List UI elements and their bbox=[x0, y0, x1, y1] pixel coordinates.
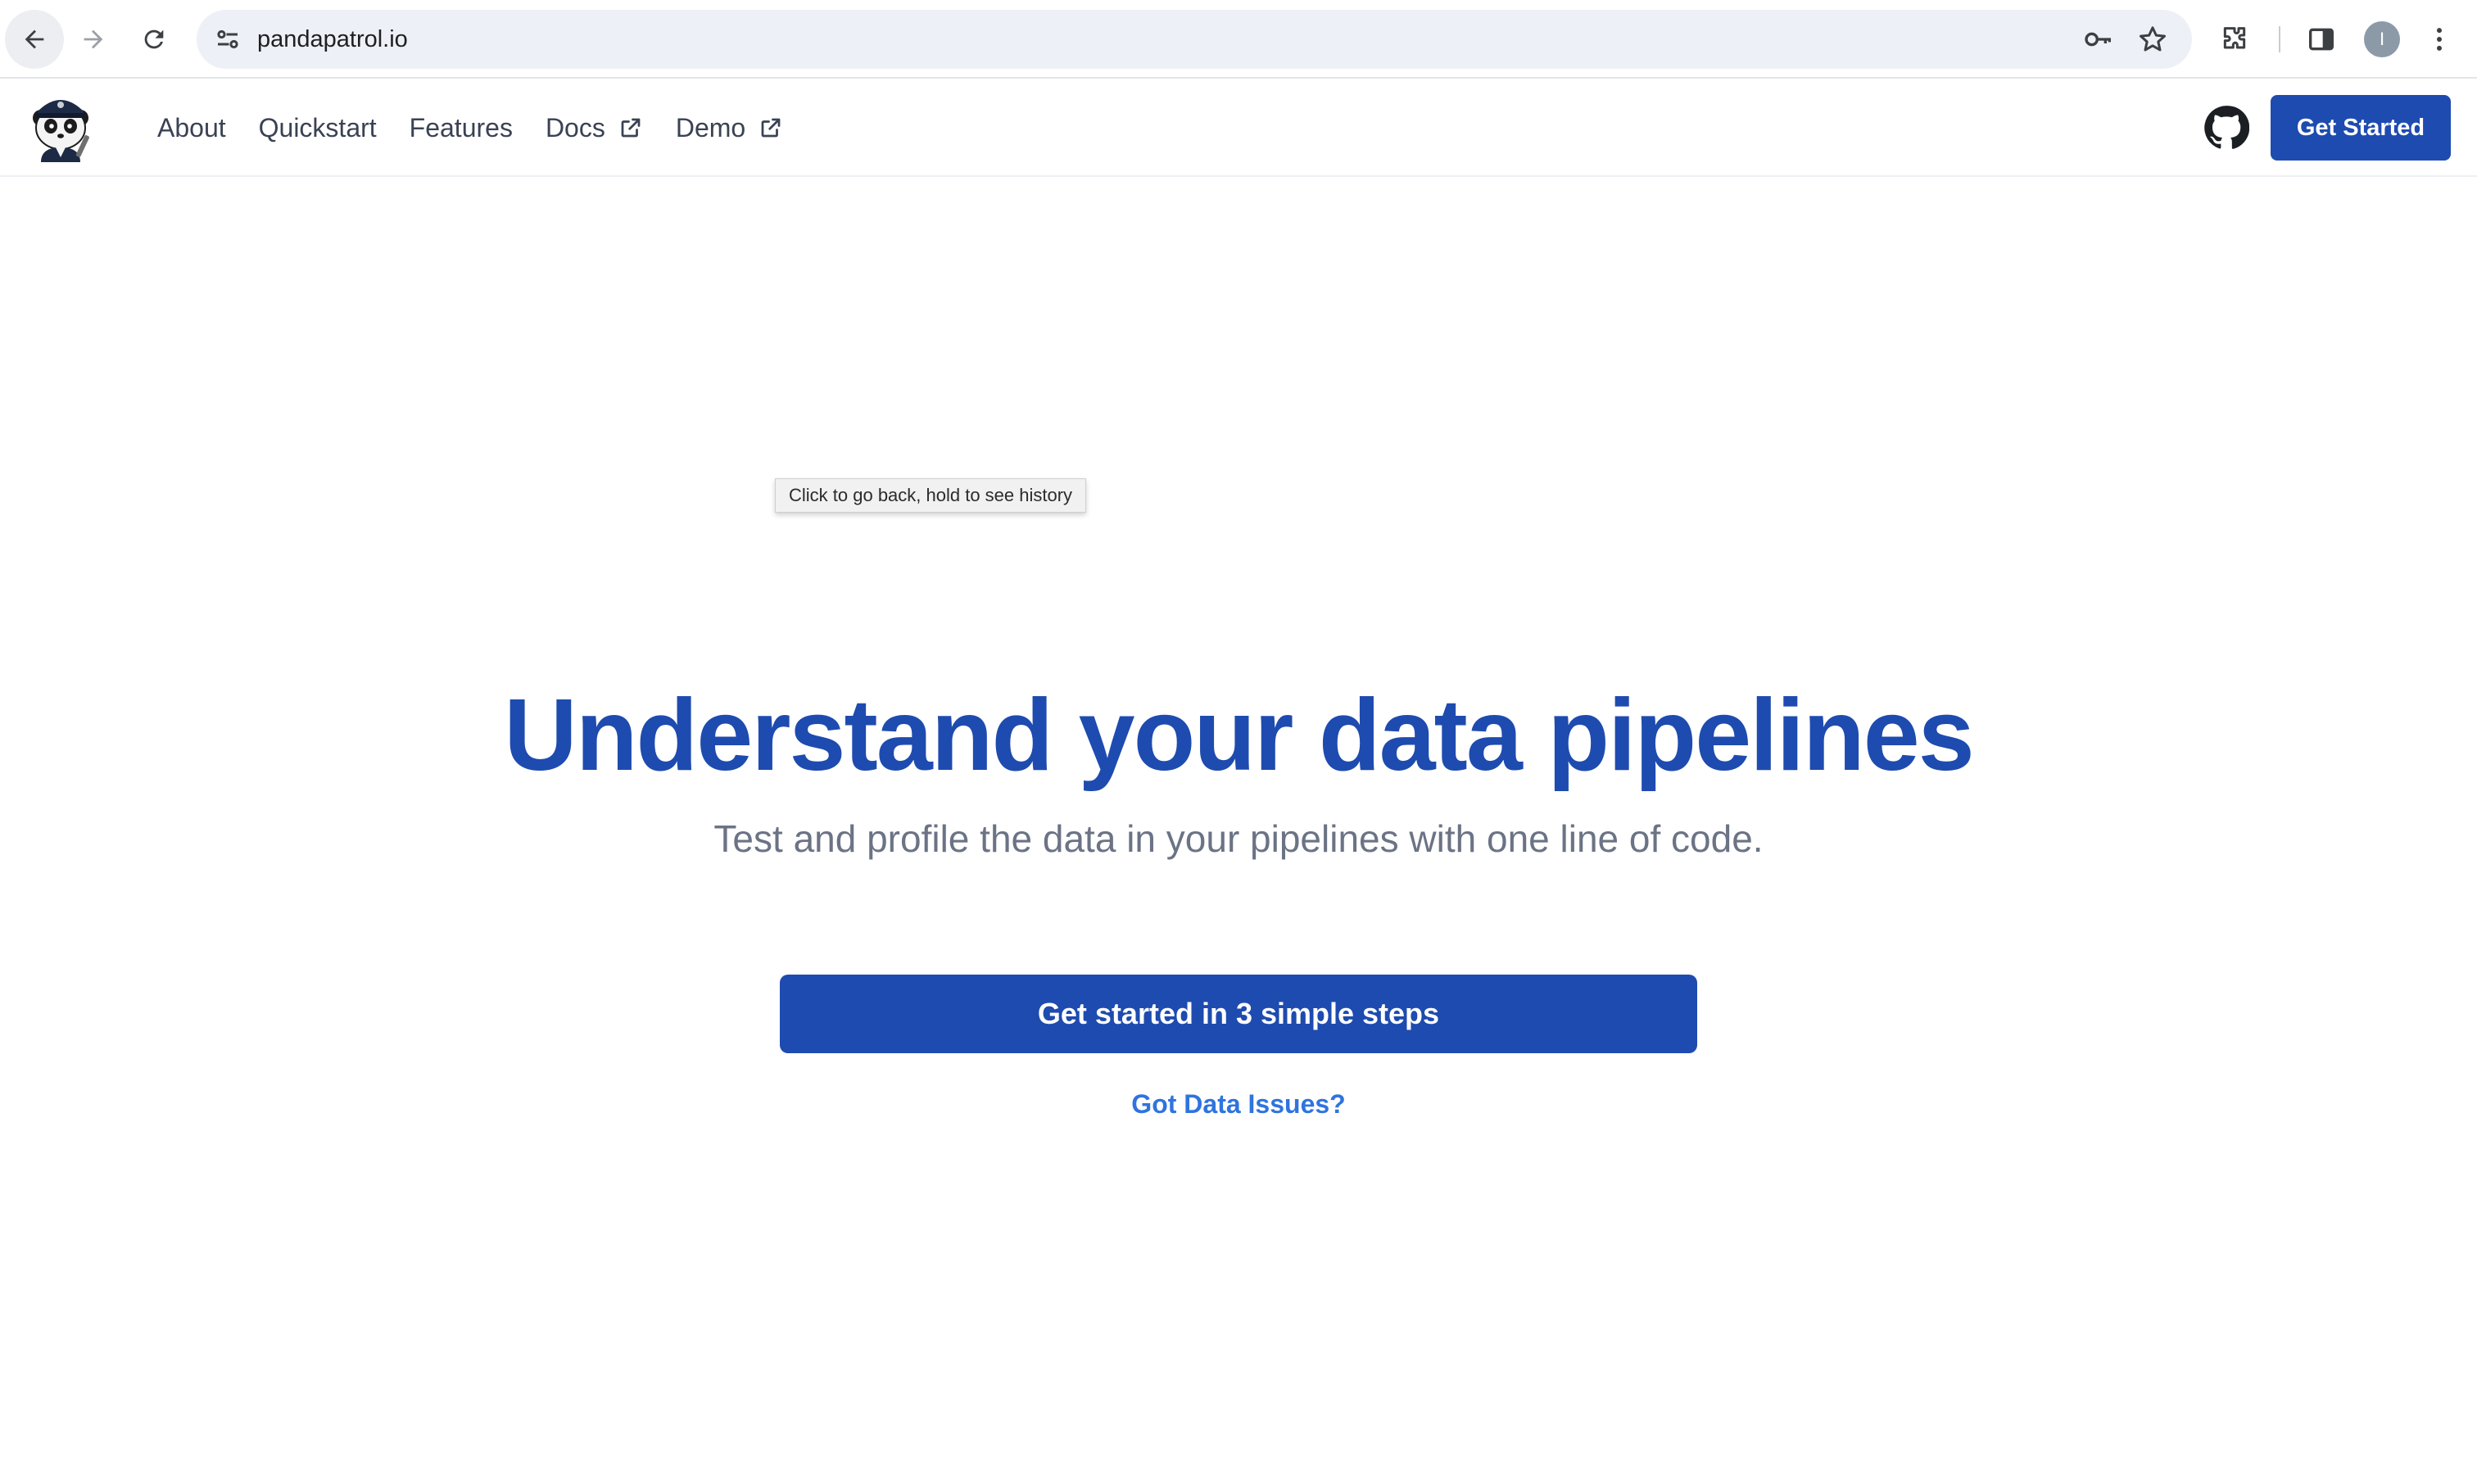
back-button[interactable] bbox=[5, 10, 64, 69]
nav-about[interactable]: About bbox=[157, 113, 226, 143]
github-icon[interactable] bbox=[2203, 105, 2249, 151]
tune-icon[interactable] bbox=[213, 25, 242, 54]
nav-quickstart[interactable]: Quickstart bbox=[259, 113, 377, 143]
hero-title: Understand your data pipelines bbox=[504, 679, 1974, 792]
extensions-button[interactable] bbox=[2213, 18, 2256, 61]
puzzle-icon bbox=[2223, 27, 2246, 49]
toolbar-divider bbox=[2279, 26, 2280, 52]
address-bar[interactable]: pandapatrol.io bbox=[197, 10, 2192, 69]
hero-section: Understand your data pipelines Test and … bbox=[0, 177, 2477, 1484]
reload-button[interactable] bbox=[125, 10, 183, 69]
nav-demo-label: Demo bbox=[675, 112, 746, 143]
main-nav: About Quickstart Features Docs Demo bbox=[157, 79, 816, 177]
get-started-steps-button[interactable]: Get started in 3 simple steps bbox=[780, 975, 1697, 1053]
browser-menu-button[interactable] bbox=[2418, 18, 2461, 61]
panda-police-logo[interactable] bbox=[28, 92, 93, 162]
star-icon[interactable] bbox=[2136, 23, 2169, 56]
reload-icon bbox=[144, 29, 164, 49]
nav-quickstart-label: Quickstart bbox=[258, 112, 377, 143]
kebab-menu-icon bbox=[2437, 28, 2442, 51]
external-link-icon bbox=[621, 118, 641, 138]
data-issues-link[interactable]: Got Data Issues? bbox=[0, 1086, 2477, 1122]
url-text[interactable]: pandapatrol.io bbox=[257, 10, 408, 69]
side-panel-button[interactable] bbox=[2300, 18, 2343, 61]
nav-features[interactable]: Features bbox=[410, 113, 513, 143]
back-button-tooltip: Click to go back, hold to see history bbox=[775, 478, 1087, 513]
nav-docs-label: Docs bbox=[545, 112, 605, 143]
hero-subtitle: Test and profile the data in your pipeli… bbox=[713, 817, 1764, 860]
browser-toolbar: pandapatrol.io I bbox=[0, 0, 2477, 79]
external-link-icon bbox=[761, 118, 781, 138]
forward-button[interactable] bbox=[64, 10, 123, 69]
nav-features-label: Features bbox=[409, 112, 513, 143]
site-header: About Quickstart Features Docs Demo Get … bbox=[0, 79, 2477, 177]
profile-avatar[interactable]: I bbox=[2364, 21, 2400, 57]
arrow-left-icon bbox=[25, 29, 44, 49]
nav-demo[interactable]: Demo bbox=[676, 113, 783, 143]
key-icon[interactable] bbox=[2082, 23, 2115, 56]
get-started-button[interactable]: Get Started bbox=[2271, 95, 2451, 161]
nav-docs[interactable]: Docs bbox=[546, 113, 643, 143]
side-panel-icon bbox=[2309, 28, 2334, 51]
arrow-right-icon bbox=[84, 29, 103, 49]
nav-about-label: About bbox=[157, 112, 226, 143]
